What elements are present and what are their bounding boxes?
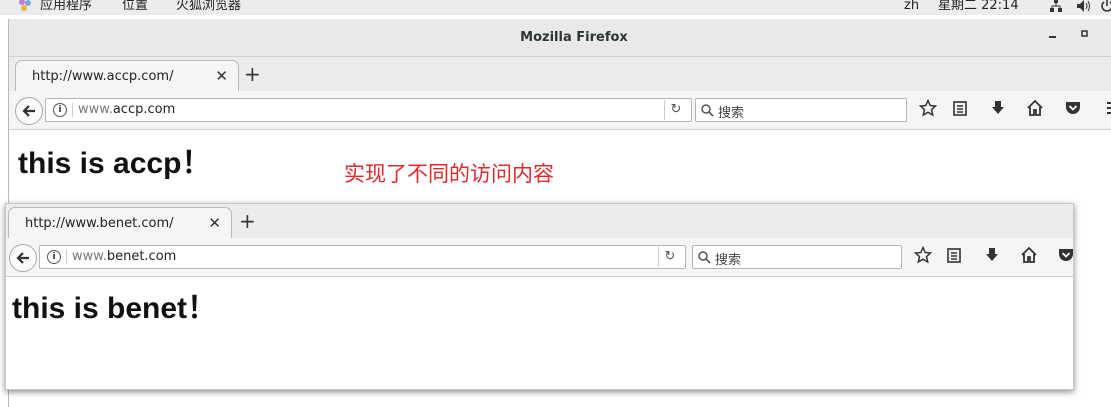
- reload-icon[interactable]: ↻: [658, 247, 681, 267]
- page-heading: this is accp！: [18, 147, 212, 180]
- close-tab-icon[interactable]: ✕: [208, 214, 221, 232]
- tab-title: http://www.accp.com/: [32, 69, 174, 84]
- menu-icon[interactable]: [1099, 99, 1111, 119]
- download-icon[interactable]: [982, 246, 1002, 266]
- page-content: this is benet！: [6, 277, 1073, 389]
- applications-menu[interactable]: 应用程序: [40, 0, 92, 12]
- tab-accp[interactable]: http://www.accp.com/ ✕: [15, 60, 239, 92]
- new-tab-icon[interactable]: +: [244, 62, 261, 86]
- firefox-window-benet: http://www.benet.com/ ✕ + i www.benet.co…: [5, 203, 1074, 390]
- browser-app-menu[interactable]: 火狐浏览器: [176, 0, 241, 12]
- maximize-icon[interactable]: [1077, 28, 1093, 43]
- url-bar[interactable]: i www.benet.com ↻: [39, 245, 686, 269]
- home-icon[interactable]: [1025, 99, 1045, 119]
- annotation-text: 实现了不同的访问内容: [344, 162, 554, 186]
- back-icon: [22, 105, 35, 117]
- tab-benet[interactable]: http://www.benet.com/ ✕: [8, 207, 232, 239]
- bookmark-star-icon[interactable]: [918, 99, 938, 119]
- reading-list-icon[interactable]: [944, 246, 964, 266]
- tab-strip: http://www.benet.com/ ✕ +: [6, 204, 1073, 239]
- bookmark-star-icon[interactable]: [913, 246, 933, 266]
- back-icon: [16, 252, 29, 264]
- minimize-icon[interactable]: [1045, 28, 1061, 43]
- places-menu[interactable]: 位置: [122, 0, 148, 12]
- url-text[interactable]: www.benet.com: [72, 249, 176, 264]
- close-tab-icon[interactable]: ✕: [215, 67, 228, 85]
- url-separator: [72, 103, 73, 117]
- url-domain: benet.com: [106, 249, 177, 264]
- network-icon[interactable]: [1049, 0, 1063, 16]
- url-text[interactable]: www.accp.com: [78, 102, 175, 117]
- window-title: Mozilla Firefox: [520, 30, 628, 45]
- power-icon[interactable]: [1101, 0, 1111, 16]
- navigation-toolbar: i www.benet.com ↻ 搜索: [6, 238, 1073, 277]
- tab-strip: http://www.accp.com/ ✕ +: [9, 57, 1111, 92]
- back-button[interactable]: [15, 97, 43, 125]
- clock[interactable]: 星期二 22:14: [938, 0, 1019, 12]
- url-bar[interactable]: i www.accp.com ↻: [45, 98, 692, 122]
- input-language[interactable]: zh: [904, 0, 919, 12]
- url-domain: accp.com: [112, 102, 176, 117]
- apps-menu-icon[interactable]: [18, 0, 32, 15]
- pocket-icon[interactable]: [1056, 246, 1073, 266]
- home-icon[interactable]: [1019, 246, 1039, 266]
- search-bar[interactable]: 搜索: [692, 245, 902, 269]
- back-button[interactable]: [9, 244, 37, 272]
- system-top-bar: 应用程序 位置 火狐浏览器 zh 星期二 22:14: [0, 0, 1111, 15]
- new-tab-icon[interactable]: +: [239, 209, 256, 233]
- download-icon[interactable]: [988, 99, 1008, 119]
- window-titlebar: Mozilla Firefox: [9, 19, 1111, 57]
- pocket-icon[interactable]: [1063, 99, 1083, 119]
- search-placeholder: 搜索: [715, 253, 742, 268]
- reading-list-icon[interactable]: [950, 99, 970, 119]
- page-heading: this is benet！: [12, 292, 218, 325]
- reload-icon[interactable]: ↻: [664, 100, 687, 120]
- navigation-toolbar: i www.accp.com ↻ 搜索: [9, 91, 1111, 130]
- url-prefix: www.: [78, 102, 113, 117]
- info-icon[interactable]: i: [47, 250, 61, 264]
- search-icon: [698, 249, 711, 268]
- search-placeholder: 搜索: [718, 106, 745, 121]
- tab-title: http://www.benet.com/: [25, 216, 174, 231]
- search-icon: [701, 102, 714, 121]
- url-separator: [66, 250, 67, 264]
- url-prefix: www.: [72, 249, 107, 264]
- info-icon[interactable]: i: [53, 103, 67, 117]
- volume-icon[interactable]: [1076, 0, 1092, 16]
- search-bar[interactable]: 搜索: [695, 98, 907, 122]
